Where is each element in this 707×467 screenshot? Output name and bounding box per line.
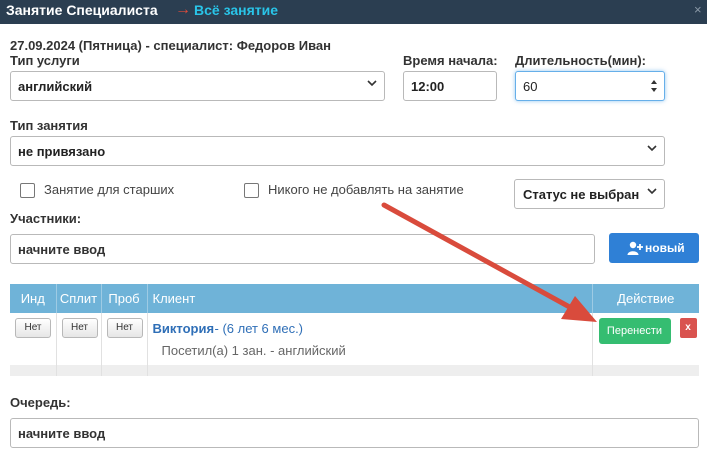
queue-search-input[interactable]: начните ввод	[10, 418, 699, 448]
duration-input[interactable]: 60	[515, 71, 665, 101]
client-name-link[interactable]: Виктория	[153, 321, 215, 336]
status-select[interactable]: Статус не выбран	[514, 179, 665, 209]
service-type-select[interactable]: английский	[10, 71, 385, 101]
date-specialist-line: 27.09.2024 (Пятница) - специалист: Федор…	[10, 38, 331, 53]
participants-label: Участники:	[10, 211, 82, 226]
lesson-type-select[interactable]: не привязано	[10, 136, 665, 166]
arrow-right-icon: →	[175, 1, 191, 18]
delete-button[interactable]: x	[679, 318, 697, 338]
status-value: Статус не выбран	[523, 187, 640, 202]
chevron-down-icon	[647, 145, 657, 152]
all-lesson-link[interactable]: Всё занятие	[194, 2, 278, 18]
lesson-type-label: Тип занятия	[10, 118, 88, 133]
chevron-down-icon	[647, 188, 657, 195]
no-add-checkbox-label: Никого не добавлять на занятие	[268, 182, 464, 197]
start-time-input[interactable]: 12:00	[403, 71, 497, 101]
add-new-client-label: новый	[645, 241, 685, 255]
client-age: - (6 лет 6 мес.)	[214, 321, 304, 336]
service-type-label: Тип услуги	[10, 53, 80, 68]
no-add-checkbox[interactable]	[244, 183, 259, 198]
lesson-type-value: не привязано	[18, 144, 106, 159]
cell-ind: Нет	[10, 313, 57, 365]
chevron-down-icon	[367, 80, 377, 87]
spinner-icon[interactable]	[650, 78, 658, 94]
close-icon[interactable]: ×	[694, 2, 702, 17]
start-time-label: Время начала:	[403, 53, 498, 68]
header-split: Сплит	[56, 284, 102, 313]
start-time-value: 12:00	[411, 79, 445, 94]
participants-search-input[interactable]: начните ввод	[10, 234, 595, 264]
window-titlebar: Занятие Специалиста → Всё занятие ×	[0, 0, 707, 24]
cell-client: Виктория - (6 лет 6 мес.) Посетил(а) 1 з…	[147, 313, 593, 365]
senior-checkbox-label: Занятие для старших	[44, 182, 175, 197]
split-toggle-button[interactable]: Нет	[61, 318, 98, 338]
header-action: Действие	[592, 284, 699, 313]
header-ind: Инд	[10, 284, 57, 313]
duration-label: Длительность(мин):	[515, 53, 647, 68]
participants-table: Инд Сплит Проб Клиент Действие Нет Нет Н…	[10, 284, 699, 376]
add-new-client-button[interactable]: новый	[609, 233, 699, 263]
participants-placeholder: начните ввод	[18, 242, 106, 257]
table-footer-row	[10, 365, 699, 376]
header-client: Клиент	[147, 284, 593, 313]
header-prob: Проб	[101, 284, 148, 313]
ind-toggle-button[interactable]: Нет	[15, 318, 51, 338]
cell-action: Перенести x	[592, 313, 699, 365]
cell-prob: Нет	[101, 313, 148, 365]
service-type-value: английский	[18, 79, 93, 94]
client-visit-info: Посетил(а) 1 зан. - английский	[161, 343, 346, 358]
window-title: Занятие Специалиста	[6, 2, 158, 18]
queue-label: Очередь:	[10, 395, 71, 410]
queue-placeholder: начните ввод	[18, 426, 106, 441]
move-button[interactable]: Перенести	[598, 318, 671, 344]
user-plus-icon	[627, 241, 643, 255]
prob-toggle-button[interactable]: Нет	[106, 318, 143, 338]
cell-split: Нет	[56, 313, 102, 365]
duration-value: 60	[523, 79, 538, 94]
table-row: Нет Нет Нет Виктория - (6 лет 6 мес.) По…	[10, 313, 699, 365]
table-header-row: Инд Сплит Проб Клиент Действие	[10, 284, 699, 313]
senior-checkbox[interactable]	[20, 183, 35, 198]
